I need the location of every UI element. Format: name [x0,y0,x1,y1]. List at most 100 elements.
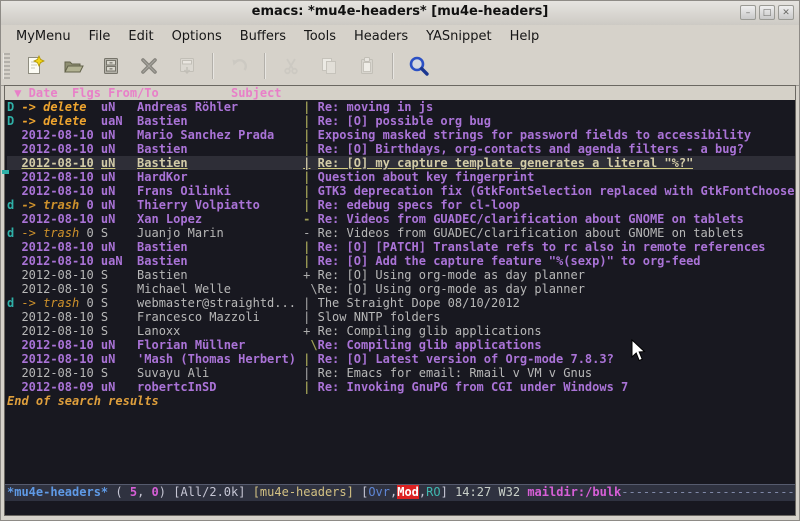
row-from: Thierry Volpiatto [137,198,303,212]
row-subject: Re: Videos from GUADEC/clarification abo… [318,226,744,240]
row-date-value: 2012-08-10 [21,170,93,184]
row-subject: Re: [O] Using org-mode as day planner [318,282,585,296]
row-date: 2012-08-10 [21,366,100,380]
menu-edit[interactable]: Edit [119,27,162,46]
row-date-extra: 0 [79,296,93,310]
row-date-value: 2012-08-10 [21,310,93,324]
row-subject: Re: edebug specs for cl-loop [318,198,520,212]
message-row[interactable]: 2012-08-10SBastien+Re: [O] Using org-mod… [7,268,795,282]
delete-icon[interactable] [134,52,164,80]
row-from: Bastien [137,240,303,254]
thread-separator: | [303,184,317,198]
message-row[interactable]: 2012-08-10SSuvayu Ali|Re: Emacs for emai… [7,366,795,380]
row-date: 2012-08-10 [21,254,100,268]
row-mark: d [7,198,21,212]
message-row[interactable]: 2012-08-10uN'Mash (Thomas Herbert)|Re: [… [7,352,795,366]
thread-separator: | [303,380,317,394]
paste-icon [352,52,382,80]
message-row[interactable]: 2012-08-10uaNBastien|Re: [O] Add the cap… [7,254,795,268]
row-subject: The Straight Dope 08/10/2012 [318,296,520,310]
row-from: Bastien [137,142,303,156]
row-date-value: 2012-08-10 [21,254,93,268]
thread-separator: - [303,212,317,226]
row-from: Francesco Mazzoli [137,310,303,324]
message-row[interactable]: d-> trash 0Swebmaster@straightd...|The S… [7,296,795,310]
message-row[interactable]: d-> trash 0uNThierry Volpiatto|Re: edebu… [7,198,795,212]
menu-mymenu[interactable]: MyMenu [7,27,80,46]
undo-icon [224,52,254,80]
message-row[interactable]: 2012-08-09uNrobertcInSD|Re: Invoking Gnu… [7,380,795,394]
open-icon[interactable] [58,52,88,80]
row-mark [7,352,21,366]
row-date: 2012-08-10 [21,282,100,296]
modeline-segment: ( [108,485,130,499]
message-row[interactable]: 2012-08-10SFrancesco Mazzoli|Slow NNTP f… [7,310,795,324]
row-subject: Re: Invoking GnuPG from CGI under Window… [318,380,629,394]
row-subject: Re: [O] my capture template generates a … [318,156,694,170]
message-list: D-> deleteuNAndreas Röhler|Re: moving in… [5,100,795,394]
row-date: 2012-08-10 [21,338,100,352]
row-date-value: 2012-08-10 [21,352,93,366]
row-date-extra: 0 [79,226,93,240]
menu-options[interactable]: Options [163,27,231,46]
row-date: 2012-08-10 [21,128,100,142]
row-flags: S [101,226,137,240]
menu-yasnippet[interactable]: YASnippet [417,27,501,46]
row-from: 'Mash (Thomas Herbert) [137,352,303,366]
message-row[interactable]: 2012-08-10uNXan Lopez-Re: Videos from GU… [7,212,795,226]
row-flags: uN [101,128,137,142]
menu-file[interactable]: File [80,27,120,46]
row-mark: d [7,296,21,310]
toolbar-drag-handle[interactable] [3,53,10,79]
row-mark-action: -> trash [21,296,79,310]
save-icon[interactable] [96,52,126,80]
row-mark [7,338,21,352]
row-subject: Re: Compiling glib applications [318,324,542,338]
modeline-segment: maildir:/bulk [527,485,621,499]
menu-buffers[interactable]: Buffers [231,27,295,46]
message-row[interactable]: d-> trash 0SJuanjo Marin-Re: Videos from… [7,226,795,240]
message-row[interactable]: 2012-08-10uNBastien|Re: [O] my capture t… [7,156,795,170]
close-button[interactable]: ✕ [778,5,794,20]
message-row[interactable]: 2012-08-10uNHardKor|Question about key f… [7,170,795,184]
row-date: 2012-08-10 [21,310,100,324]
row-subject: Re: [O] possible org bug [318,114,491,128]
new-file-icon[interactable] [20,52,50,80]
row-flags: S [101,310,137,324]
headers-column-header[interactable]: ▼ Date Flgs From/To Subject [5,86,795,100]
emacs-window: emacs: *mu4e-headers* [mu4e-headers] – □… [0,0,800,521]
row-subject: Re: Videos from GUADEC/clarification abo… [318,212,744,226]
search-icon[interactable] [404,52,434,80]
row-subject: Re: Emacs for email: Rmail v VM v Gnus [318,366,593,380]
message-row[interactable]: D-> deleteuaNBastien|Re: [O] possible or… [7,114,795,128]
row-mark [7,268,21,282]
row-date-value: 2012-08-10 [21,240,93,254]
message-row[interactable]: 2012-08-10SLanoxx+Re: Compiling glib app… [7,324,795,338]
cut-icon [276,52,306,80]
message-row[interactable]: 2012-08-10uNFlorian Müllner \Re: Compili… [7,338,795,352]
maximize-button[interactable]: □ [759,5,775,20]
row-date: 2012-08-10 [21,240,100,254]
row-subject: Re: [O] Latest version of Org-mode 7.8.3… [318,352,614,366]
row-flags: uN [101,212,137,226]
row-mark [7,212,21,226]
message-row[interactable]: 2012-08-10uNBastien|Re: [O] Birthdays, o… [7,142,795,156]
title-bar[interactable]: emacs: *mu4e-headers* [mu4e-headers] – □… [1,1,799,26]
thread-separator: | [303,156,317,170]
toolbar-separator [264,53,266,79]
row-date-value: 2012-08-09 [21,380,93,394]
message-row[interactable]: 2012-08-10uNFrans Oilinki|GTK3 deprecati… [7,184,795,198]
row-date: -> trash 0 [21,296,100,310]
message-row[interactable]: 2012-08-10uNBastien|Re: [O] [PATCH] Tran… [7,240,795,254]
menu-headers[interactable]: Headers [345,27,417,46]
message-row[interactable]: 2012-08-10SMichael Welle \Re: [O] Using … [7,282,795,296]
row-date-value: 2012-08-10 [21,268,93,282]
copy-icon [314,52,344,80]
message-row[interactable]: 2012-08-10uNMario Sanchez Prada|Exposing… [7,128,795,142]
thread-separator: \ [303,338,317,352]
message-row[interactable]: D-> deleteuNAndreas Röhler|Re: moving in… [7,100,795,114]
minimize-button[interactable]: – [740,5,756,20]
menu-help[interactable]: Help [501,27,549,46]
menu-tools[interactable]: Tools [295,27,345,46]
row-from: HardKor [137,170,303,184]
